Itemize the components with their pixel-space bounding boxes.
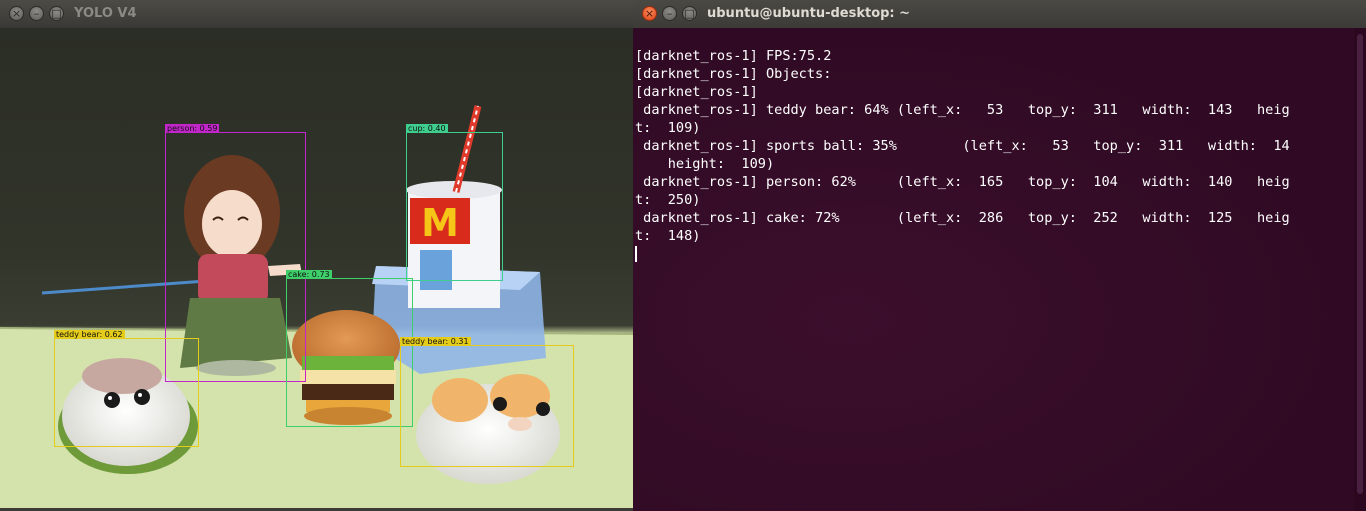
minimize-icon[interactable]: –: [662, 6, 677, 21]
terminal-line: darknet_ros-1] sports ball: 35% (left_x:…: [635, 138, 1290, 154]
camera-view: M person: 0.59 cup: 0.40 cake: 0.73 tedd…: [0, 28, 633, 508]
detection-box-cup: cup: 0.40: [406, 124, 503, 281]
yolo-window: × – □ YOLO V4 M person: 0.59 cup: 0.40 c…: [0, 0, 633, 511]
close-icon[interactable]: ×: [642, 6, 657, 21]
yolo-titlebar[interactable]: × – □ YOLO V4: [0, 0, 633, 29]
detection-box-teddy-bear-right: teddy bear: 0.31: [400, 337, 574, 467]
terminal-prompt-line: [635, 245, 1354, 263]
terminal-output[interactable]: [darknet_ros-1] FPS:75.2 [darknet_ros-1]…: [633, 28, 1354, 511]
window-title: ubuntu@ubuntu-desktop: ~: [707, 6, 911, 21]
detection-label-teddy-bear-right: teddy bear: 0.31: [400, 337, 471, 346]
terminal-line: height: 109): [635, 156, 775, 172]
text-cursor: [635, 246, 637, 262]
maximize-icon[interactable]: □: [49, 6, 64, 21]
terminal-line: t: 148): [635, 228, 701, 244]
terminal-line: darknet_ros-1] teddy bear: 64% (left_x: …: [635, 102, 1290, 118]
terminal-window: × – □ ubuntu@ubuntu-desktop: ~ [darknet_…: [633, 0, 1366, 511]
detection-box-cake: cake: 0.73: [286, 270, 413, 427]
terminal-line: [darknet_ros-1] FPS:75.2: [635, 48, 832, 64]
detection-label-person: person: 0.59: [165, 124, 220, 133]
maximize-icon[interactable]: □: [682, 6, 697, 21]
detection-label-teddy-bear-left: teddy bear: 0.62: [54, 330, 125, 339]
terminal-line: darknet_ros-1] cake: 72% (left_x: 286 to…: [635, 210, 1290, 226]
detection-label-cup: cup: 0.40: [406, 124, 448, 133]
window-title: YOLO V4: [74, 6, 137, 21]
terminal-scrollbar[interactable]: [1354, 28, 1366, 511]
minimize-icon[interactable]: –: [29, 6, 44, 21]
scrollbar-thumb[interactable]: [1357, 34, 1363, 494]
close-icon[interactable]: ×: [9, 6, 24, 21]
terminal-line: t: 250): [635, 192, 701, 208]
detection-box-teddy-bear-left: teddy bear: 0.62: [54, 330, 199, 447]
terminal-line: [darknet_ros-1] Objects:: [635, 66, 832, 82]
terminal-line: t: 109): [635, 120, 701, 136]
detection-label-cake: cake: 0.73: [286, 270, 332, 279]
terminal-titlebar[interactable]: × – □ ubuntu@ubuntu-desktop: ~: [633, 0, 1366, 29]
terminal-line: [darknet_ros-1]: [635, 84, 758, 100]
terminal-line: darknet_ros-1] person: 62% (left_x: 165 …: [635, 174, 1290, 190]
